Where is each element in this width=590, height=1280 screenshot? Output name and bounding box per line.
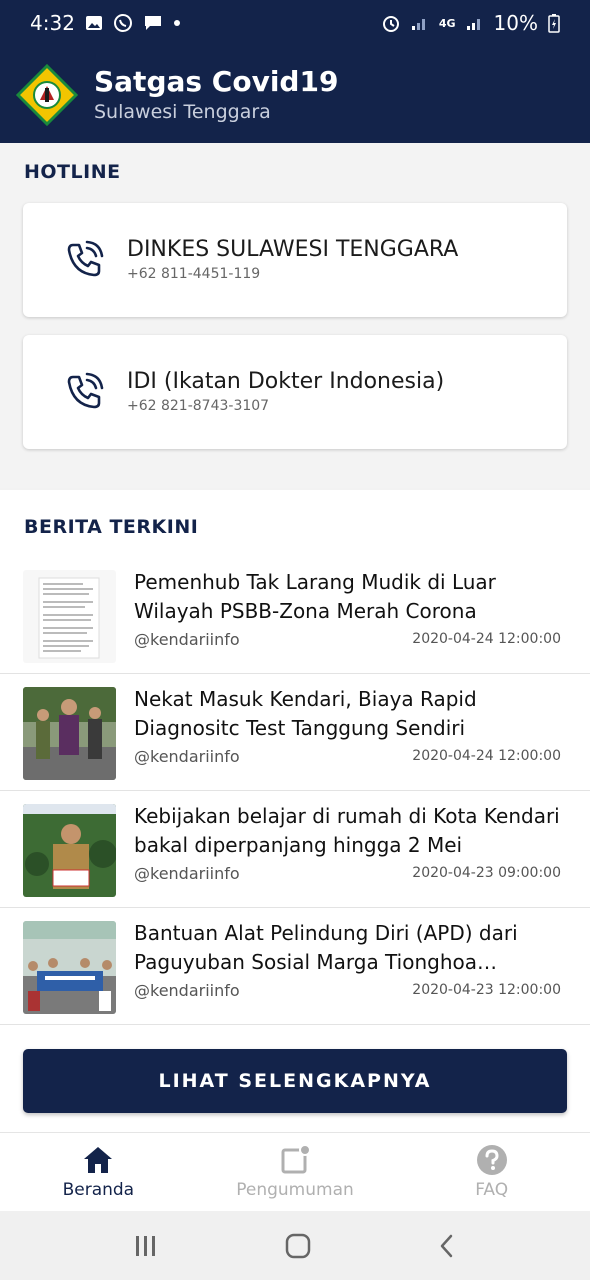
news-item[interactable]: Nekat Masuk Kendari, Biaya Rapid Diagnos… <box>0 674 590 791</box>
system-nav-bar <box>0 1211 590 1280</box>
hotline-name: IDI (Ikatan Dokter Indonesia) <box>127 369 445 394</box>
news-item[interactable]: Bantuan Alat Pelindung Diri (APD) dari P… <box>0 908 590 1025</box>
news-item[interactable]: Kebijakan belajar di rumah di Kota Kenda… <box>0 791 590 908</box>
status-time: 4:32 <box>30 11 75 35</box>
dot-icon <box>173 20 180 26</box>
network-type: 4G <box>438 16 456 30</box>
news-section-title: BERITA TERKINI <box>24 516 199 538</box>
see-more-button[interactable]: LIHAT SELENGKAPNYA <box>23 1049 567 1113</box>
battery-percent: 10% <box>493 11 538 35</box>
hotline-number: +62 821-8743-3107 <box>127 398 270 414</box>
news-source: @kendariinfo <box>134 630 240 649</box>
hotline-section: HOTLINE DINKES SULAWESI TENGGARA +62 811… <box>0 143 590 488</box>
news-date: 2020-04-23 12:00:00 <box>412 982 561 998</box>
battery-charging-icon <box>548 14 560 33</box>
signal-icon-2 <box>466 19 480 30</box>
news-source: @kendariinfo <box>134 747 240 766</box>
home-icon <box>84 1147 113 1173</box>
nav-label: Pengumuman <box>236 1180 354 1200</box>
news-date: 2020-04-23 09:00:00 <box>412 865 561 881</box>
phone-call-icon <box>67 372 104 409</box>
nav-label: Beranda <box>62 1180 135 1200</box>
nav-label: FAQ <box>475 1180 509 1200</box>
home-button-icon[interactable] <box>285 1233 311 1259</box>
whatsapp-icon <box>113 14 132 32</box>
help-icon <box>476 1145 507 1175</box>
news-section: BERITA TERKINI Pemenhub Tak Larang Mudik… <box>0 490 590 1132</box>
bottom-nav: Beranda Pengumuman FAQ <box>0 1132 590 1211</box>
news-thumbnail <box>23 804 116 897</box>
nav-item-faq[interactable]: FAQ <box>393 1133 590 1211</box>
news-date: 2020-04-24 12:00:00 <box>412 631 561 647</box>
app-subtitle: Sulawesi Tenggara <box>94 100 271 123</box>
app-title: Satgas Covid19 <box>94 64 339 98</box>
announcement-icon <box>281 1144 311 1174</box>
phone-call-icon <box>67 240 104 277</box>
news-thumbnail <box>23 921 116 1014</box>
news-source: @kendariinfo <box>134 864 240 883</box>
nav-item-beranda[interactable]: Beranda <box>0 1133 197 1211</box>
news-title: Pemenhub Tak Larang Mudik di Luar Wilaya… <box>134 570 496 623</box>
hotline-number: +62 811-4451-119 <box>127 266 261 282</box>
message-icon <box>144 16 161 30</box>
news-thumbnail <box>23 687 116 780</box>
logo-icon <box>16 63 78 126</box>
news-title: Nekat Masuk Kendari, Biaya Rapid Diagnos… <box>134 687 477 740</box>
news-title: Bantuan Alat Pelindung Diri (APD) dari P… <box>134 921 518 974</box>
alarm-icon <box>382 16 399 32</box>
status-bar: 4:32 4G 10% <box>0 0 590 46</box>
news-title: Kebijakan belajar di rumah di Kota Kenda… <box>134 804 560 857</box>
hotline-card-dinkes[interactable]: DINKES SULAWESI TENGGARA +62 811-4451-11… <box>23 203 567 317</box>
news-date: 2020-04-24 12:00:00 <box>412 748 561 764</box>
hotline-section-title: HOTLINE <box>24 161 121 183</box>
recent-apps-icon[interactable] <box>133 1234 159 1258</box>
app-header: Satgas Covid19 Sulawesi Tenggara <box>0 46 590 143</box>
gallery-icon <box>85 16 102 30</box>
signal-icon <box>411 19 425 30</box>
news-source: @kendariinfo <box>134 981 240 1000</box>
news-thumbnail <box>23 570 116 663</box>
hotline-card-idi[interactable]: IDI (Ikatan Dokter Indonesia) +62 821-87… <box>23 335 567 449</box>
nav-item-pengumuman[interactable]: Pengumuman <box>197 1133 394 1211</box>
news-item[interactable]: Pemenhub Tak Larang Mudik di Luar Wilaya… <box>0 557 590 674</box>
back-icon[interactable] <box>437 1233 457 1259</box>
hotline-name: DINKES SULAWESI TENGGARA <box>127 237 459 262</box>
